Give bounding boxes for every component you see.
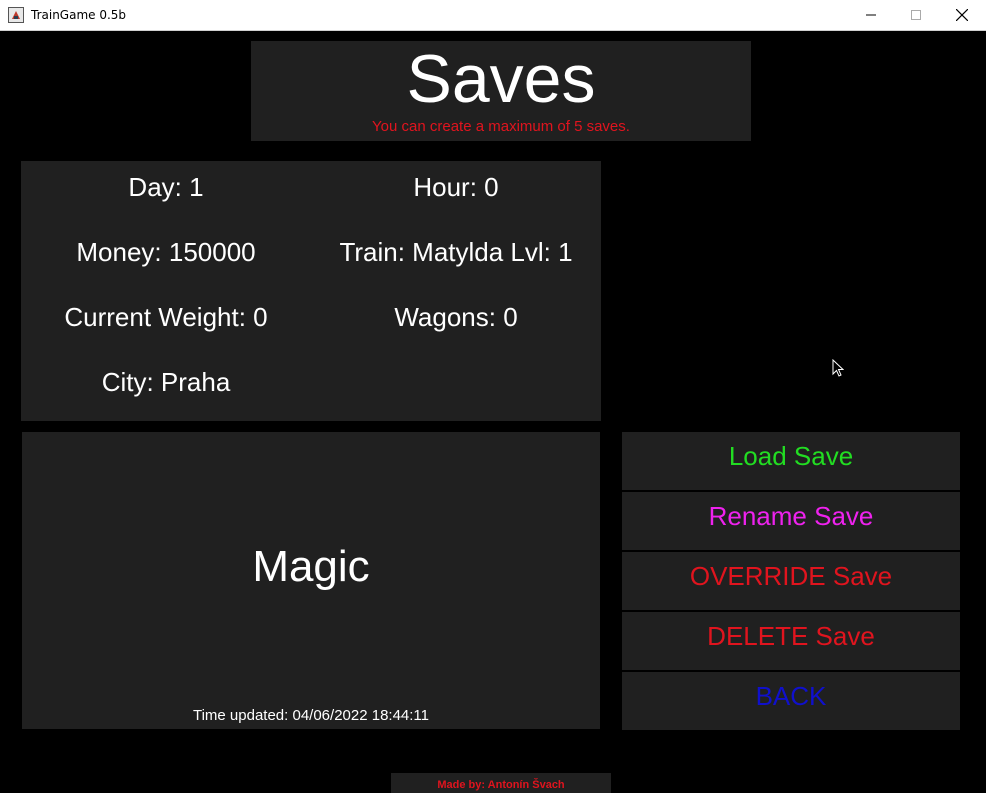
footer-credit-panel: Made by: Antonín Švach xyxy=(391,773,611,793)
page-title: Saves xyxy=(406,41,596,117)
maximize-icon xyxy=(911,10,921,20)
day-label: Day: 1 xyxy=(128,172,204,202)
money-label: Money: 150000 xyxy=(76,237,256,267)
close-icon xyxy=(956,9,968,21)
max-saves-notice: You can create a maximum of 5 saves. xyxy=(372,118,630,135)
save-info-panel: Day: 1 Hour: 0 Money: 150000 Train: Maty… xyxy=(21,161,601,421)
time-updated-label: Time updated: 04/06/2022 18:44:11 xyxy=(192,707,429,724)
window-titlebar: TrainGame 0.5b xyxy=(0,0,986,31)
window-title: TrainGame 0.5b xyxy=(31,8,127,22)
minimize-icon xyxy=(866,14,876,16)
back-button[interactable]: BACK xyxy=(622,672,960,730)
delete-save-button[interactable]: DELETE Save xyxy=(622,612,960,670)
city-label: City: Praha xyxy=(101,367,231,397)
current-weight-label: Current Weight: 0 xyxy=(64,302,268,332)
header-panel: Saves You can create a maximum of 5 save… xyxy=(251,41,751,141)
save-slot-panel[interactable]: Magic Time updated: 04/06/2022 18:44:11 xyxy=(22,432,600,729)
java-app-icon xyxy=(8,7,24,23)
hour-label: Hour: 0 xyxy=(413,172,499,202)
wagons-label: Wagons: 0 xyxy=(394,302,518,332)
close-button[interactable] xyxy=(939,0,985,30)
minimize-button[interactable] xyxy=(848,0,894,30)
mouse-cursor-icon xyxy=(832,358,845,383)
train-label: Train: Matylda Lvl: 1 xyxy=(339,237,573,267)
save-name: Magic xyxy=(252,542,370,591)
rename-save-button[interactable]: Rename Save xyxy=(622,492,960,550)
load-save-button[interactable]: Load Save xyxy=(622,432,960,490)
author-credit: Made by: Antonín Švach xyxy=(437,779,565,791)
override-save-button[interactable]: OVERRIDE Save xyxy=(622,552,960,610)
maximize-button[interactable] xyxy=(893,0,939,30)
